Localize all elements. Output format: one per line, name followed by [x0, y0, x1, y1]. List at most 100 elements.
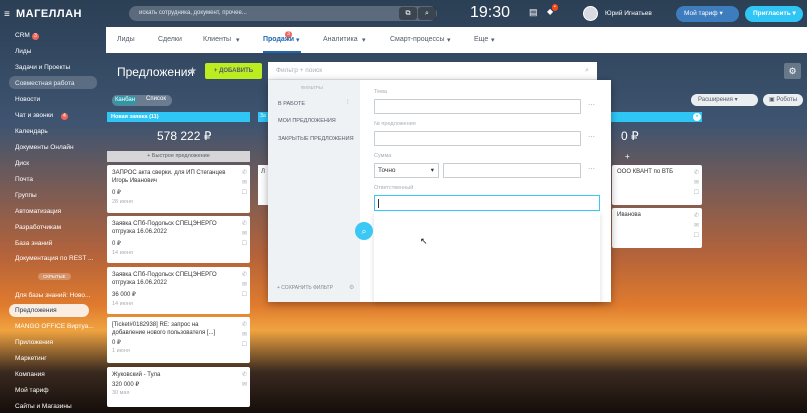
- deal-card[interactable]: Заявка СПб-Подольск СПЕЦЭНЕРГО отгрузка …: [107, 216, 250, 263]
- global-search-input[interactable]: искать сотрудника, документ, прочее... ⧉…: [129, 6, 437, 21]
- close-icon[interactable]: ×: [693, 113, 701, 121]
- sidebar-item-company[interactable]: Компания: [15, 371, 45, 378]
- sidebar-item-apps[interactable]: Приложения: [15, 339, 53, 346]
- view-kanban-tab[interactable]: Канбан: [113, 96, 137, 105]
- zoom-icon[interactable]: ⌕: [355, 222, 373, 240]
- preset-in-work[interactable]: В РАБОТЕ: [278, 101, 305, 107]
- sum-value-field[interactable]: [443, 163, 581, 178]
- expand-icon[interactable]: ⧉: [399, 7, 417, 20]
- deal-card[interactable]: Заявка СПб-Подольск СПЕЦЭНЕРГО отгрузка …: [107, 267, 250, 314]
- calendar-icon[interactable]: ▤: [529, 7, 538, 18]
- star-icon[interactable]: ★: [188, 66, 197, 77]
- sum-mode-select[interactable]: Точно ▾: [374, 163, 439, 178]
- mail-icon[interactable]: ✉: [694, 222, 699, 229]
- mail-icon[interactable]: ✉: [694, 179, 699, 186]
- phone-icon[interactable]: ✆: [242, 321, 247, 330]
- chevron-down-icon[interactable]: ▾: [236, 36, 240, 44]
- settings-gear-button[interactable]: ⚙: [784, 63, 801, 79]
- add-button[interactable]: + ДОБАВИТЬ: [205, 63, 262, 79]
- sidebar-item-sites[interactable]: Сайты и Магазины: [15, 403, 72, 410]
- more-icon[interactable]: ⋯: [588, 101, 595, 109]
- deal-card[interactable]: Жуковский - Тула 320 000 ₽ 30 мая ✆ ✉: [107, 367, 250, 407]
- sidebar-item-kb-new[interactable]: Для базы знаний: Ново...: [15, 292, 90, 299]
- menu-icon[interactable]: ≡: [4, 9, 10, 20]
- chat-icon[interactable]: ☐: [242, 189, 247, 198]
- sidebar-item-marketing[interactable]: Маркетинг: [15, 355, 47, 362]
- tab-sales[interactable]: Продажи: [263, 36, 294, 43]
- sidebar-item-knowledge[interactable]: База знаний: [15, 240, 52, 247]
- deal-card[interactable]: Иванова ✆ ✉ ☐: [612, 208, 702, 248]
- sidebar-item-crm[interactable]: CRM: [15, 32, 30, 39]
- column-header-partial[interactable]: За: [258, 112, 268, 122]
- phone-icon[interactable]: ✆: [242, 371, 247, 380]
- save-filter-button[interactable]: + СОХРАНИТЬ ФИЛЬТР: [277, 285, 333, 291]
- sidebar-item-leads[interactable]: Лиды: [15, 48, 31, 55]
- sidebar-item-groups[interactable]: Группы: [15, 192, 37, 199]
- sidebar-item-mail[interactable]: Почта: [15, 176, 33, 183]
- tab-more[interactable]: Еще: [474, 36, 488, 43]
- preset-closed-proposals[interactable]: ЗАКРЫТЫЕ ПРЕДЛОЖЕНИЯ: [278, 136, 354, 142]
- topic-field[interactable]: [374, 99, 581, 114]
- sidebar-item-developers[interactable]: Разработчикам: [15, 224, 61, 231]
- portal-logo[interactable]: МАГЕЛЛАН: [16, 8, 82, 20]
- mail-icon[interactable]: ✉: [242, 331, 247, 340]
- view-list-tab[interactable]: Список: [146, 96, 166, 102]
- more-icon[interactable]: ⋯: [588, 133, 595, 141]
- sidebar-item-automation[interactable]: Автоматизация: [15, 208, 61, 215]
- quick-add-button[interactable]: + Быстрое предложение: [107, 151, 250, 162]
- mail-icon[interactable]: ✉: [242, 179, 247, 188]
- chevron-down-icon[interactable]: ▾: [491, 36, 495, 44]
- user-name[interactable]: Юрий Игнатьев: [605, 10, 652, 17]
- sidebar-item-rest-docs[interactable]: Документация по REST ...: [15, 255, 93, 262]
- sidebar-item-disk[interactable]: Диск: [15, 160, 29, 167]
- mail-icon[interactable]: ✉: [242, 281, 247, 290]
- filter-search-input[interactable]: Фильтр + поиск ⌕: [268, 62, 597, 80]
- phone-icon[interactable]: ✆: [242, 220, 247, 229]
- sidebar-item-proposals[interactable]: Предложения: [15, 307, 57, 314]
- deal-card[interactable]: ООО КВАНТ по ВТБ ✆ ✉ ☐: [612, 165, 702, 205]
- number-field[interactable]: [374, 131, 581, 146]
- phone-icon[interactable]: ✆: [694, 212, 699, 219]
- chat-icon[interactable]: ☐: [694, 232, 699, 239]
- mail-icon[interactable]: ✉: [242, 230, 247, 239]
- deal-card-partial[interactable]: Л: [258, 165, 268, 205]
- preset-my-proposals[interactable]: МОИ ПРЕДЛОЖЕНИЯ: [278, 118, 336, 124]
- my-tariff-button[interactable]: Мой тариф ▾: [676, 6, 739, 22]
- chat-icon[interactable]: ☐: [694, 189, 699, 196]
- responsible-dropdown[interactable]: [374, 212, 600, 302]
- chat-icon[interactable]: ☐: [242, 341, 247, 350]
- add-icon[interactable]: +: [625, 152, 630, 161]
- search-icon[interactable]: ⌕: [418, 7, 436, 20]
- deal-card[interactable]: ЗАПРОС акта сверки. для ИП Стеганцев Иго…: [107, 165, 250, 213]
- responsible-field[interactable]: [374, 195, 600, 211]
- tab-clients[interactable]: Клиенты: [203, 36, 231, 43]
- chevron-down-icon[interactable]: ▾: [447, 36, 451, 44]
- sidebar-item-tasks[interactable]: Задачи и Проекты: [15, 64, 70, 71]
- phone-icon[interactable]: ✆: [242, 271, 247, 280]
- search-icon[interactable]: ⌕: [585, 62, 589, 80]
- tab-deals[interactable]: Сделки: [158, 36, 182, 43]
- tab-leads[interactable]: Лиды: [117, 36, 135, 43]
- sidebar-item-my-tariff[interactable]: Мой тариф: [15, 387, 49, 394]
- deal-card[interactable]: [Ticket#0182938] RE: запрос на добавлени…: [107, 317, 250, 363]
- robots-button[interactable]: ▣ Роботы: [763, 94, 803, 106]
- hidden-items-toggle[interactable]: СКРЫТЫЕ: [38, 273, 71, 280]
- mail-icon[interactable]: ✉: [242, 381, 247, 390]
- invite-button[interactable]: Пригласить ▾: [745, 6, 803, 22]
- sidebar-item-docs[interactable]: Документы Онлайн: [15, 144, 74, 151]
- sidebar-item-mango[interactable]: MANGO OFFICE Виртуа...: [15, 323, 94, 330]
- sidebar-item-collab[interactable]: Совместная работа: [15, 80, 74, 87]
- drag-icon[interactable]: ⁞: [347, 100, 349, 106]
- sidebar-item-chat[interactable]: Чат и звонки: [15, 112, 53, 119]
- column-header-new-request[interactable]: Новая заявка (11): [107, 112, 250, 122]
- gear-icon[interactable]: ⚙: [349, 284, 354, 291]
- chevron-down-icon[interactable]: ▾: [362, 36, 366, 44]
- avatar[interactable]: [583, 6, 598, 21]
- tab-smart-processes[interactable]: Смарт-процессы: [390, 36, 444, 43]
- sidebar-item-news[interactable]: Новости: [15, 96, 40, 103]
- sidebar-item-calendar[interactable]: Календарь: [15, 128, 48, 135]
- phone-icon[interactable]: ✆: [694, 169, 699, 176]
- chat-icon[interactable]: ☐: [242, 291, 247, 300]
- chat-icon[interactable]: ☐: [242, 240, 247, 249]
- extensions-button[interactable]: Расширения ▾: [691, 94, 758, 106]
